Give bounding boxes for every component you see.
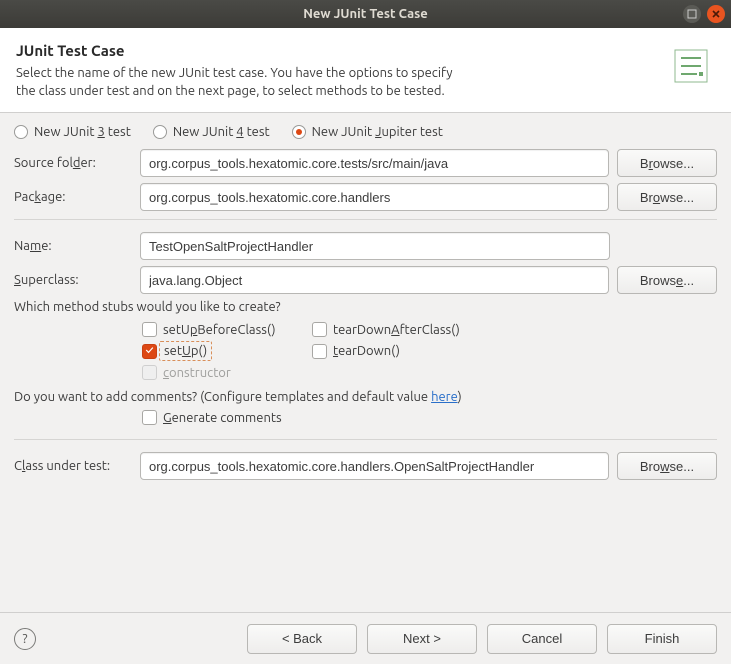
package-input[interactable]	[140, 183, 609, 211]
checkbox-icon	[312, 322, 327, 337]
checkbox-icon	[142, 344, 157, 359]
radio-junit-jupiter[interactable]: New JUnit Jupiter test	[292, 125, 443, 139]
checkbox-icon	[142, 365, 157, 380]
radio-icon	[14, 125, 28, 139]
divider	[14, 439, 717, 440]
browse-source-folder-button[interactable]: Browse...	[617, 149, 717, 177]
browse-package-button[interactable]: Browse...	[617, 183, 717, 211]
page-title: JUnit Test Case	[16, 42, 667, 59]
checkbox-teardown[interactable]: tearDown()	[312, 343, 512, 359]
radio-icon	[153, 125, 167, 139]
dialog-footer: ? < Back Next > Cancel Finish	[0, 612, 731, 664]
checkbox-icon	[142, 322, 157, 337]
next-button[interactable]: Next >	[367, 624, 477, 654]
checkbox-setupbeforeclass[interactable]: setUpBeforeClass()	[142, 322, 312, 337]
name-label: Name:	[14, 239, 132, 253]
class-under-test-input[interactable]	[140, 452, 609, 480]
checkbox-constructor: constructor	[142, 365, 312, 380]
superclass-input[interactable]	[140, 266, 609, 294]
browse-superclass-button[interactable]: Browse...	[617, 266, 717, 294]
divider	[14, 219, 717, 220]
browse-class-under-test-button[interactable]: Browse...	[617, 452, 717, 480]
minimize-button[interactable]	[683, 5, 701, 23]
checkbox-generate-comments[interactable]: Generate comments	[142, 410, 717, 425]
dialog-header: JUnit Test Case Select the name of the n…	[0, 28, 731, 113]
checkbox-teardownafterclass[interactable]: tearDownAfterClass()	[312, 322, 512, 337]
page-description: Select the name of the new JUnit test ca…	[16, 65, 667, 100]
method-stubs-question: Which method stubs would you like to cre…	[14, 300, 717, 314]
radio-icon	[292, 125, 306, 139]
junit-version-radios: New JUnit 3 test New JUnit 4 test New JU…	[14, 123, 717, 149]
configure-templates-link[interactable]: here	[431, 390, 458, 404]
superclass-label: Superclass:	[14, 273, 132, 287]
checkbox-icon	[142, 410, 157, 425]
help-icon[interactable]: ?	[14, 628, 36, 650]
source-folder-label: Source folder:	[14, 156, 132, 170]
radio-junit4[interactable]: New JUnit 4 test	[153, 125, 270, 139]
junit-wizard-icon	[667, 42, 715, 90]
name-input[interactable]	[140, 232, 610, 260]
source-folder-input[interactable]	[140, 149, 609, 177]
comments-question: Do you want to add comments? (Configure …	[14, 390, 717, 404]
close-button[interactable]	[707, 5, 725, 23]
cancel-button[interactable]: Cancel	[487, 624, 597, 654]
package-label: Package:	[14, 190, 132, 204]
checkbox-setup[interactable]: setUp()	[142, 343, 312, 359]
checkbox-icon	[312, 344, 327, 359]
back-button[interactable]: < Back	[247, 624, 357, 654]
titlebar: New JUnit Test Case	[0, 0, 731, 28]
finish-button[interactable]: Finish	[607, 624, 717, 654]
radio-junit3[interactable]: New JUnit 3 test	[14, 125, 131, 139]
class-under-test-label: Class under test:	[14, 459, 132, 473]
window-title: New JUnit Test Case	[303, 7, 428, 21]
